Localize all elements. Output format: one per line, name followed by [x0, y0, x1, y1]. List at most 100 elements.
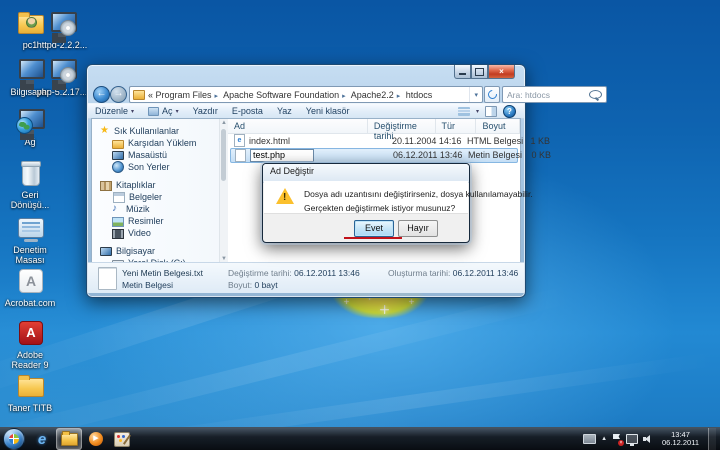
nav-item-sık-kullanılanlar[interactable]: ★Sık Kullanılanlar — [92, 125, 228, 137]
breadcrumb-segment[interactable]: Apache Software Foundation — [223, 90, 339, 100]
dialog-buttons: Evet Hayır — [264, 213, 468, 241]
action-center-flag-icon[interactable] — [612, 434, 621, 444]
command-toolbar: Düzenle▾Aç▾YazdırE-postaYazYeni klasör ▾… — [88, 103, 524, 119]
warning-icon — [276, 188, 294, 204]
toolbar-d-zenle[interactable]: Düzenle▾ — [88, 104, 141, 118]
breadcrumb-segment[interactable]: htdocs — [406, 90, 433, 100]
breadcrumb-segment[interactable]: Program Files — [156, 90, 212, 100]
toolbar-yeni-klas-r[interactable]: Yeni klasör — [299, 104, 357, 118]
file-size: 0 KB — [507, 150, 551, 160]
film-icon — [112, 229, 124, 239]
desktop-icon-adobe-reader-9[interactable]: AAdobe Reader 9 — [1, 318, 59, 370]
folder-icon — [15, 371, 45, 401]
details-modified: Değiştirme tarihi: 06.12.2011 13:46 — [228, 268, 360, 278]
desktop-icon-label: Geri Dönüşü... — [1, 190, 59, 210]
scroll-up-icon[interactable]: ▲ — [220, 119, 228, 127]
file-row-test.php[interactable]: test.php06.12.2011 13:46Metin Belgesi0 K… — [230, 148, 518, 163]
chevron-down-icon[interactable]: ▾ — [476, 108, 479, 115]
column-header-tür[interactable]: Tür — [436, 119, 477, 133]
nav-item-label: Masaüstü — [128, 150, 167, 160]
help-icon[interactable]: ? — [503, 105, 516, 118]
nav-item-masaüstü[interactable]: Masaüstü — [92, 149, 228, 161]
file-page-icon — [98, 267, 117, 290]
desktop-icon-taner-titb[interactable]: Taner TITB — [1, 371, 59, 413]
breadcrumb-separator-icon: ▸ — [397, 93, 401, 100]
taskbar-internet-explorer[interactable]: e — [30, 429, 54, 449]
start-button[interactable] — [3, 428, 25, 450]
toolbar-yaz[interactable]: Yaz — [270, 104, 299, 118]
yes-button[interactable]: Evet — [354, 220, 394, 237]
rename-confirm-dialog: Ad Değiştir Dosya adı uzantısını değişti… — [262, 163, 470, 243]
search-placeholder: Ara: htdocs — [503, 90, 550, 100]
folder-icon — [133, 90, 145, 100]
nav-item-müzik[interactable]: ♪ Müzik — [92, 203, 228, 215]
desktop-icon-a-[interactable]: Ağ — [1, 105, 59, 147]
toolbar-yazd-r[interactable]: Yazdır — [186, 104, 225, 118]
nav-item-belgeler[interactable]: Belgeler — [92, 191, 228, 203]
details-pane: Yeni Metin Belgesi.txt Metin Belgesi Değ… — [88, 262, 524, 293]
minimize-button[interactable] — [454, 65, 471, 79]
installer-icon — [47, 55, 77, 85]
taskbar-clock[interactable]: 13:47 06.12.2011 — [658, 431, 703, 448]
details-created: Oluşturma tarihi: 06.12.2011 13:46 — [388, 268, 518, 278]
breadcrumb-segment[interactable]: Apache2.2 — [351, 90, 394, 100]
chevron-down-icon[interactable]: ▾ — [469, 87, 482, 102]
desktop-icon-acrobat-com[interactable]: AAcrobat.com — [1, 266, 59, 308]
nav-item-label: Kitaplıklar — [116, 180, 156, 190]
breadcrumb-prefix: « — [148, 90, 153, 100]
desktop-icon-httpd-2-2-2-[interactable]: httpd-2.2.2... — [33, 8, 91, 50]
back-button[interactable]: ← — [93, 86, 110, 103]
column-header-değiştirme-tarihi[interactable]: Değiştirme tarihi — [368, 119, 436, 133]
taskbar-windows-explorer[interactable] — [56, 428, 82, 450]
show-desktop-button[interactable] — [708, 428, 716, 450]
rename-input[interactable]: test.php — [250, 149, 314, 162]
file-row-index.html[interactable]: eindex.html20.11.2004 14:16HTML Belgesi1… — [230, 134, 518, 147]
hidden-icons-arrow-icon[interactable]: ▲ — [601, 436, 607, 442]
search-input[interactable]: Ara: htdocs — [502, 86, 607, 103]
scrollbar-thumb[interactable] — [221, 129, 226, 181]
note-icon: ♪ — [112, 204, 122, 214]
desktop-icon-geri-d-n-[interactable]: Geri Dönüşü... — [1, 158, 59, 210]
nav-item-son-yerler[interactable]: Son Yerler — [92, 161, 228, 173]
change-view-icon[interactable] — [458, 107, 470, 116]
nav-item-label: Müzik — [126, 204, 150, 214]
column-header-ad[interactable]: Ad — [228, 119, 368, 133]
nav-scrollbar[interactable]: ▲ ▼ — [219, 119, 228, 263]
toolbar-a-[interactable]: Aç▾ — [141, 104, 186, 118]
column-header-boyut[interactable]: Boyut — [476, 119, 520, 133]
desktop-icon-php-5-2-17-[interactable]: php-5.2.17... — [33, 55, 91, 97]
file-modified: 06.12.2011 13:46 — [387, 150, 462, 160]
desktop-icon-label: php-5.2.17... — [33, 87, 91, 97]
address-bar[interactable]: « Program Files ▸ Apache Software Foundat… — [129, 86, 483, 103]
desktop-icon-label: Taner TITB — [1, 403, 59, 413]
desktop-icon-denetim-masas-[interactable]: Denetim Masası — [1, 213, 59, 265]
windows-flag-icon — [9, 434, 19, 444]
nav-item-kitaplıklar[interactable]: Kitaplıklar — [92, 179, 228, 191]
network-icon[interactable] — [626, 434, 638, 444]
maximize-button[interactable] — [471, 65, 488, 79]
nav-item-bilgisayar[interactable]: Bilgisayar — [92, 245, 228, 257]
no-button[interactable]: Hayır — [398, 220, 438, 237]
search-icon — [589, 90, 602, 99]
clock-date: 06.12.2011 — [662, 439, 699, 448]
preview-pane-icon[interactable] — [485, 106, 497, 117]
mon-icon — [112, 151, 124, 160]
language-keyboard-icon[interactable] — [583, 434, 596, 444]
file-size: 1 KB — [506, 136, 550, 146]
taskbar-paint[interactable] — [110, 429, 134, 449]
nav-item-resimler[interactable]: Resimler — [92, 215, 228, 227]
refresh-button[interactable] — [484, 86, 500, 103]
caption-buttons: × — [454, 65, 515, 79]
desktop-icon-label: Adobe Reader 9 — [1, 350, 59, 370]
nav-item-video[interactable]: Video — [92, 227, 228, 239]
paint-icon — [114, 432, 130, 447]
details-size: Boyut: 0 bayt — [228, 280, 278, 290]
nav-item-label: Bilgisayar — [116, 246, 155, 256]
forward-button[interactable]: → — [110, 86, 127, 103]
recycle-bin-icon — [15, 158, 45, 188]
toolbar-e-posta[interactable]: E-posta — [225, 104, 270, 118]
close-button[interactable]: × — [488, 65, 515, 79]
taskbar-media-player[interactable]: ▶ — [84, 429, 108, 449]
volume-speaker-icon[interactable] — [643, 434, 653, 444]
nav-item-karşıdan-yüklem[interactable]: Karşıdan Yüklem — [92, 137, 228, 149]
